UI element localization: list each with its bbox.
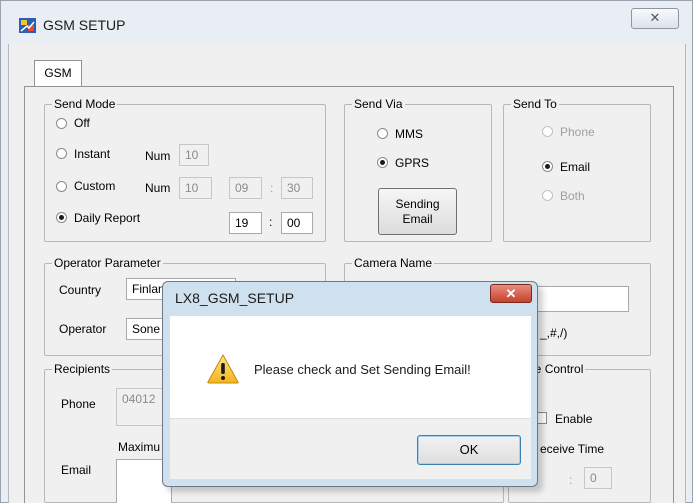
- radio-instant[interactable]: [56, 148, 67, 159]
- custom-num-label: Num: [145, 181, 171, 195]
- message-dialog: LX8_GSM_SETUP ✕ Please check and Set Sen…: [162, 281, 538, 487]
- radio-both[interactable]: [542, 190, 553, 201]
- recipients-legend: Recipients: [54, 362, 111, 376]
- window-close-button[interactable]: ✕: [631, 8, 679, 29]
- camera-name-legend: Camera Name: [354, 256, 433, 270]
- recipient-email-label: Email: [61, 463, 92, 477]
- radio-mms[interactable]: [377, 128, 388, 139]
- dialog-title: LX8_GSM_SETUP: [175, 290, 295, 306]
- maximum-label: Maximu: [118, 440, 161, 454]
- radio-off-label: Off: [74, 116, 90, 130]
- dialog-close-button[interactable]: ✕: [490, 284, 532, 303]
- radio-gprs-label: GPRS: [395, 156, 430, 170]
- operator-parameter-legend: Operator Parameter: [54, 256, 161, 270]
- sending-email-line2: Email: [402, 212, 433, 226]
- tab-gsm[interactable]: GSM: [34, 60, 82, 86]
- receive-time-label: eceive Time: [540, 442, 605, 456]
- radio-off[interactable]: [56, 118, 67, 129]
- radio-mms-label: MMS: [395, 127, 423, 141]
- operator-label: Operator: [59, 322, 107, 336]
- camera-name-input[interactable]: [528, 286, 629, 312]
- enable-label: Enable: [555, 412, 593, 426]
- close-icon: ✕: [649, 10, 661, 25]
- recipient-phone-label: Phone: [61, 397, 96, 411]
- radio-both-label: Both: [560, 189, 585, 203]
- radio-custom[interactable]: [56, 181, 67, 192]
- custom-hour-field[interactable]: 09: [229, 177, 262, 199]
- custom-num-field[interactable]: 10: [179, 177, 212, 199]
- receive-time-minute-field[interactable]: 0: [584, 467, 612, 489]
- country-label: Country: [59, 283, 102, 297]
- title-bar[interactable]: GSM SETUP ✕: [1, 1, 694, 45]
- dialog-message: Please check and Set Sending Email!: [254, 362, 471, 377]
- camera-name-hint: _,#,/): [540, 326, 568, 340]
- send-mode-legend: Send Mode: [54, 97, 116, 111]
- radio-daily-report[interactable]: [56, 212, 67, 223]
- radio-email[interactable]: [542, 161, 553, 172]
- sending-email-button[interactable]: Sending Email: [378, 188, 457, 235]
- radio-gprs[interactable]: [377, 157, 388, 168]
- instant-num-field[interactable]: 10: [179, 144, 209, 166]
- radio-custom-label: Custom: [74, 179, 116, 193]
- send-via-legend: Send Via: [354, 97, 403, 111]
- close-icon: ✕: [505, 286, 517, 301]
- ok-button[interactable]: OK: [417, 435, 521, 465]
- radio-daily-report-label: Daily Report: [74, 211, 141, 225]
- daily-minute-field[interactable]: 00: [281, 212, 313, 234]
- radio-instant-label: Instant: [74, 147, 111, 161]
- radio-email-label: Email: [560, 160, 591, 174]
- radio-phone[interactable]: [542, 126, 553, 137]
- send-to-legend: Send To: [513, 97, 557, 111]
- daily-hour-field[interactable]: 19: [229, 212, 262, 234]
- custom-minute-field[interactable]: 30: [281, 177, 313, 199]
- app-icon: [19, 18, 36, 33]
- daily-time-colon: :: [269, 215, 273, 229]
- sending-email-line1: Sending: [395, 197, 440, 211]
- custom-time-colon: :: [270, 181, 274, 195]
- window-title: GSM SETUP: [43, 17, 126, 33]
- instant-num-label: Num: [145, 149, 171, 163]
- receive-time-colon: :: [569, 473, 573, 487]
- warning-icon: [207, 354, 239, 384]
- radio-phone-label: Phone: [560, 125, 595, 139]
